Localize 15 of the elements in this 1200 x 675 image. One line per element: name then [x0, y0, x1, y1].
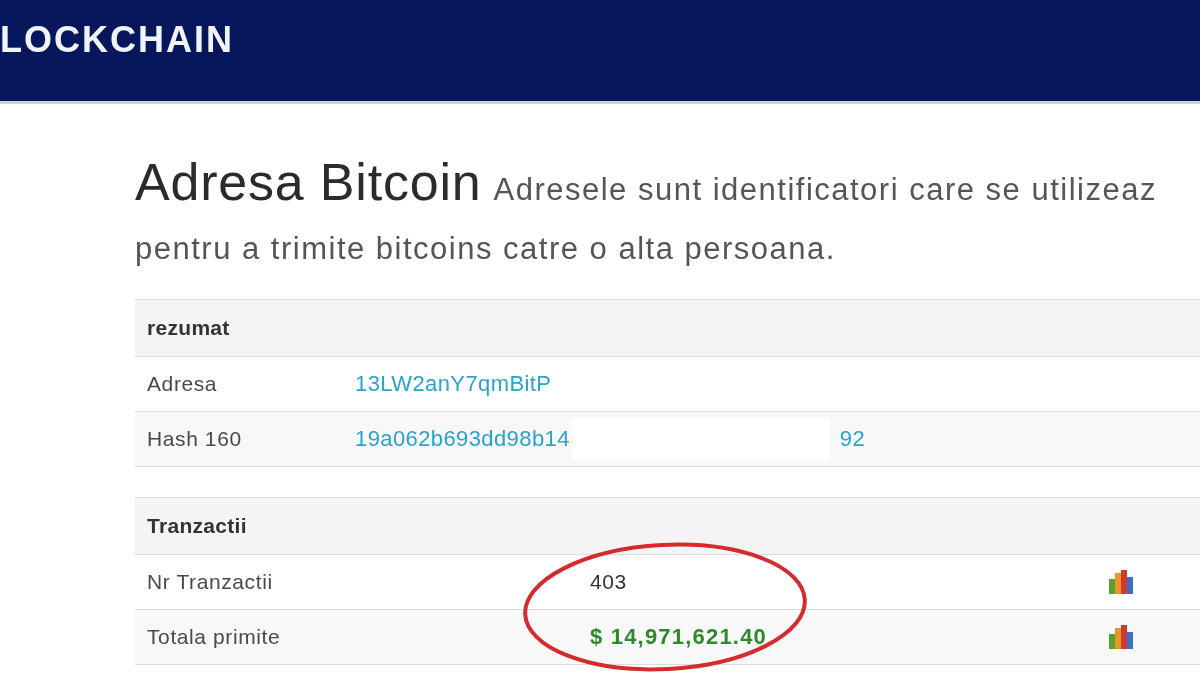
row-label: Nr Tranzactii [146, 570, 273, 594]
page-description: Adresele sunt identificatori care se utilizeaz [493, 172, 1157, 207]
row-label: Totala primite [146, 625, 281, 649]
bar-chart-icon[interactable] [1108, 624, 1134, 650]
hash-link[interactable]: 92 [839, 426, 866, 452]
page-description: pentru a trimite bitcoins catre o alta persoana. [135, 231, 836, 266]
hash-link[interactable]: 19a062b693dd98b14 [355, 426, 570, 452]
row-label: Adresa [146, 372, 218, 396]
transaction-count: 403 [590, 570, 627, 594]
address-link[interactable]: 13LW2anY7qmBitP [355, 371, 552, 397]
received-amount: $ 14,971,621.40 [590, 624, 768, 650]
row-label: Hash 160 [146, 427, 242, 451]
site-logo[interactable]: LOCKCHAIN [0, 22, 234, 58]
page-title: Adresa Bitcoin [135, 153, 482, 211]
bar-chart-icon[interactable] [1108, 569, 1134, 595]
